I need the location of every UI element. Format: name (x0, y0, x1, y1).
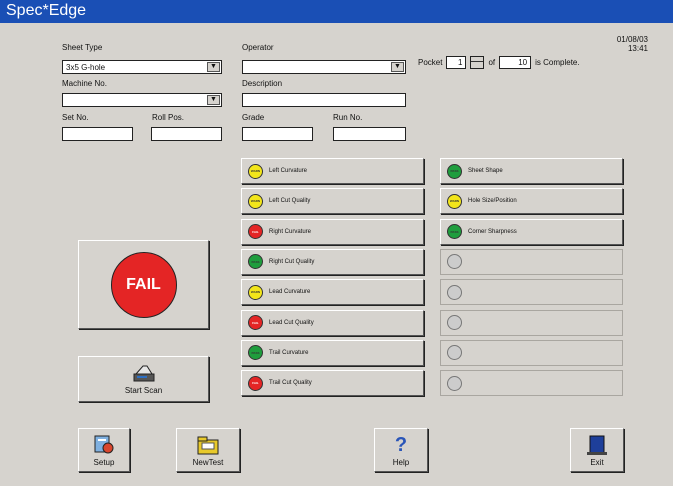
start-scan-label: Start Scan (124, 385, 163, 395)
grade-label: Grade (242, 113, 265, 122)
set-no-input[interactable] (62, 127, 133, 141)
test-label: Lead Cut Quality (269, 319, 314, 326)
test-button[interactable]: WARN Lead Curvature (241, 279, 424, 306)
help-button[interactable]: ? Help (374, 428, 428, 472)
scanner-icon (133, 365, 154, 381)
date-text: 01/08/03 (616, 35, 648, 44)
folder-icon (197, 436, 219, 454)
pocket-indicator: Pocket 1 of 10 is Complete. (418, 54, 580, 70)
status-indicator-icon (447, 284, 462, 300)
test-button[interactable]: PASS Right Cut Quality (241, 248, 424, 275)
test-button[interactable]: PASS Trail Curvature (241, 339, 424, 366)
test-label: Lead Curvature (269, 289, 311, 296)
operator-label: Operator (242, 43, 274, 52)
pocket-status-text: is Complete. (535, 57, 580, 67)
test-button (440, 339, 623, 366)
sheet-type-label: Sheet Type (62, 43, 103, 52)
new-test-label: NewTest (192, 457, 224, 467)
test-label: Trail Curvature (269, 349, 309, 356)
test-button (440, 309, 623, 336)
pocket-spinner[interactable] (470, 55, 485, 69)
exit-button[interactable]: Exit (570, 428, 624, 472)
question-mark-icon: ? (394, 433, 408, 456)
help-label: Help (392, 457, 410, 467)
chevron-down-icon: ▼ (210, 96, 217, 103)
exit-label: Exit (590, 457, 604, 467)
app-title-bar: Spec*Edge (0, 0, 673, 23)
exit-door-icon (587, 435, 607, 455)
machine-no-select[interactable]: ▼ (62, 93, 222, 107)
pocket-current-input[interactable]: 1 (446, 55, 467, 69)
status-indicator-icon (447, 345, 462, 361)
status-indicator-icon: PASS (248, 254, 263, 270)
status-indicator-icon (447, 375, 462, 391)
machine-no-label: Machine No. (62, 79, 107, 88)
status-indicator-icon: WARN (248, 163, 263, 179)
status-indicator-icon: PASS (248, 345, 263, 361)
operator-select[interactable]: ▼ (242, 60, 406, 74)
description-input[interactable] (242, 93, 406, 107)
setup-button[interactable]: Setup (78, 428, 130, 472)
new-test-button[interactable]: NewTest (176, 428, 240, 472)
test-button (440, 248, 623, 275)
start-scan-button[interactable]: Start Scan (78, 356, 209, 402)
pocket-label: Pocket (418, 57, 443, 67)
test-label: Trail Cut Quality (269, 380, 312, 387)
status-indicator-icon: FAIL (248, 375, 263, 391)
test-button[interactable]: PASS Sheet Shape (440, 158, 623, 184)
sheet-type-dropdown-button[interactable]: ▼ (207, 62, 220, 72)
status-indicator-icon: WARN (248, 193, 263, 209)
test-label: Left Cut Quality (269, 198, 311, 205)
status-indicator-icon: PASS (447, 163, 462, 179)
test-label: Right Cut Quality (269, 258, 315, 265)
run-no-label: Run No. (333, 113, 363, 122)
test-button[interactable]: FAIL Lead Cut Quality (241, 309, 424, 336)
description-label: Description (242, 79, 283, 88)
test-button[interactable]: FAIL Right Curvature (241, 218, 424, 245)
roll-pos-label: Roll Pos. (152, 113, 185, 122)
test-button[interactable]: WARN Left Curvature (241, 158, 424, 184)
test-label: Sheet Shape (468, 168, 503, 174)
chevron-down-icon: ▼ (210, 63, 217, 70)
datetime-display: 01/08/03 13:41 (617, 35, 648, 53)
test-label: Left Curvature (269, 168, 308, 174)
machine-no-dropdown-button[interactable]: ▼ (207, 95, 220, 105)
status-indicator-icon: FAIL (248, 315, 263, 330)
status-indicator-icon: WARN (447, 193, 462, 209)
setup-icon (94, 435, 114, 453)
test-button[interactable]: FAIL Trail Cut Quality (241, 370, 424, 397)
status-indicator-icon (447, 315, 462, 330)
sheet-type-select[interactable]: 3x5 G-hole ▼ (62, 60, 222, 74)
test-label: Hole Size/Position (468, 198, 517, 205)
status-indicator-icon: WARN (248, 284, 263, 300)
test-button (440, 370, 623, 397)
test-label: Right Curvature (269, 228, 312, 235)
time-text: 13:41 (627, 44, 648, 53)
roll-pos-input[interactable] (151, 127, 222, 141)
test-button[interactable]: PASS Corner Sharpness (440, 218, 623, 245)
pocket-total-input: 10 (499, 55, 532, 69)
status-indicator-icon: FAIL (248, 224, 263, 240)
grade-input[interactable] (242, 127, 313, 141)
set-no-label: Set No. (62, 113, 89, 122)
setup-label: Setup (93, 457, 115, 467)
test-label: Corner Sharpness (468, 228, 517, 235)
pocket-of-label: of (488, 57, 496, 67)
status-indicator-icon (447, 254, 462, 270)
test-button[interactable]: WARN Hole Size/Position (440, 188, 623, 215)
status-indicator-icon: PASS (447, 224, 462, 240)
fail-indicator: FAIL (110, 251, 177, 318)
test-button[interactable]: WARN Left Cut Quality (241, 188, 424, 215)
chevron-down-icon: ▼ (394, 63, 401, 70)
app-title: Spec*Edge (6, 2, 87, 19)
operator-dropdown-button[interactable]: ▼ (391, 62, 404, 72)
sheet-type-value: 3x5 G-hole (66, 63, 106, 72)
run-no-input[interactable] (333, 127, 406, 141)
result-fail-button[interactable]: FAIL (78, 240, 209, 329)
test-button (440, 279, 623, 306)
